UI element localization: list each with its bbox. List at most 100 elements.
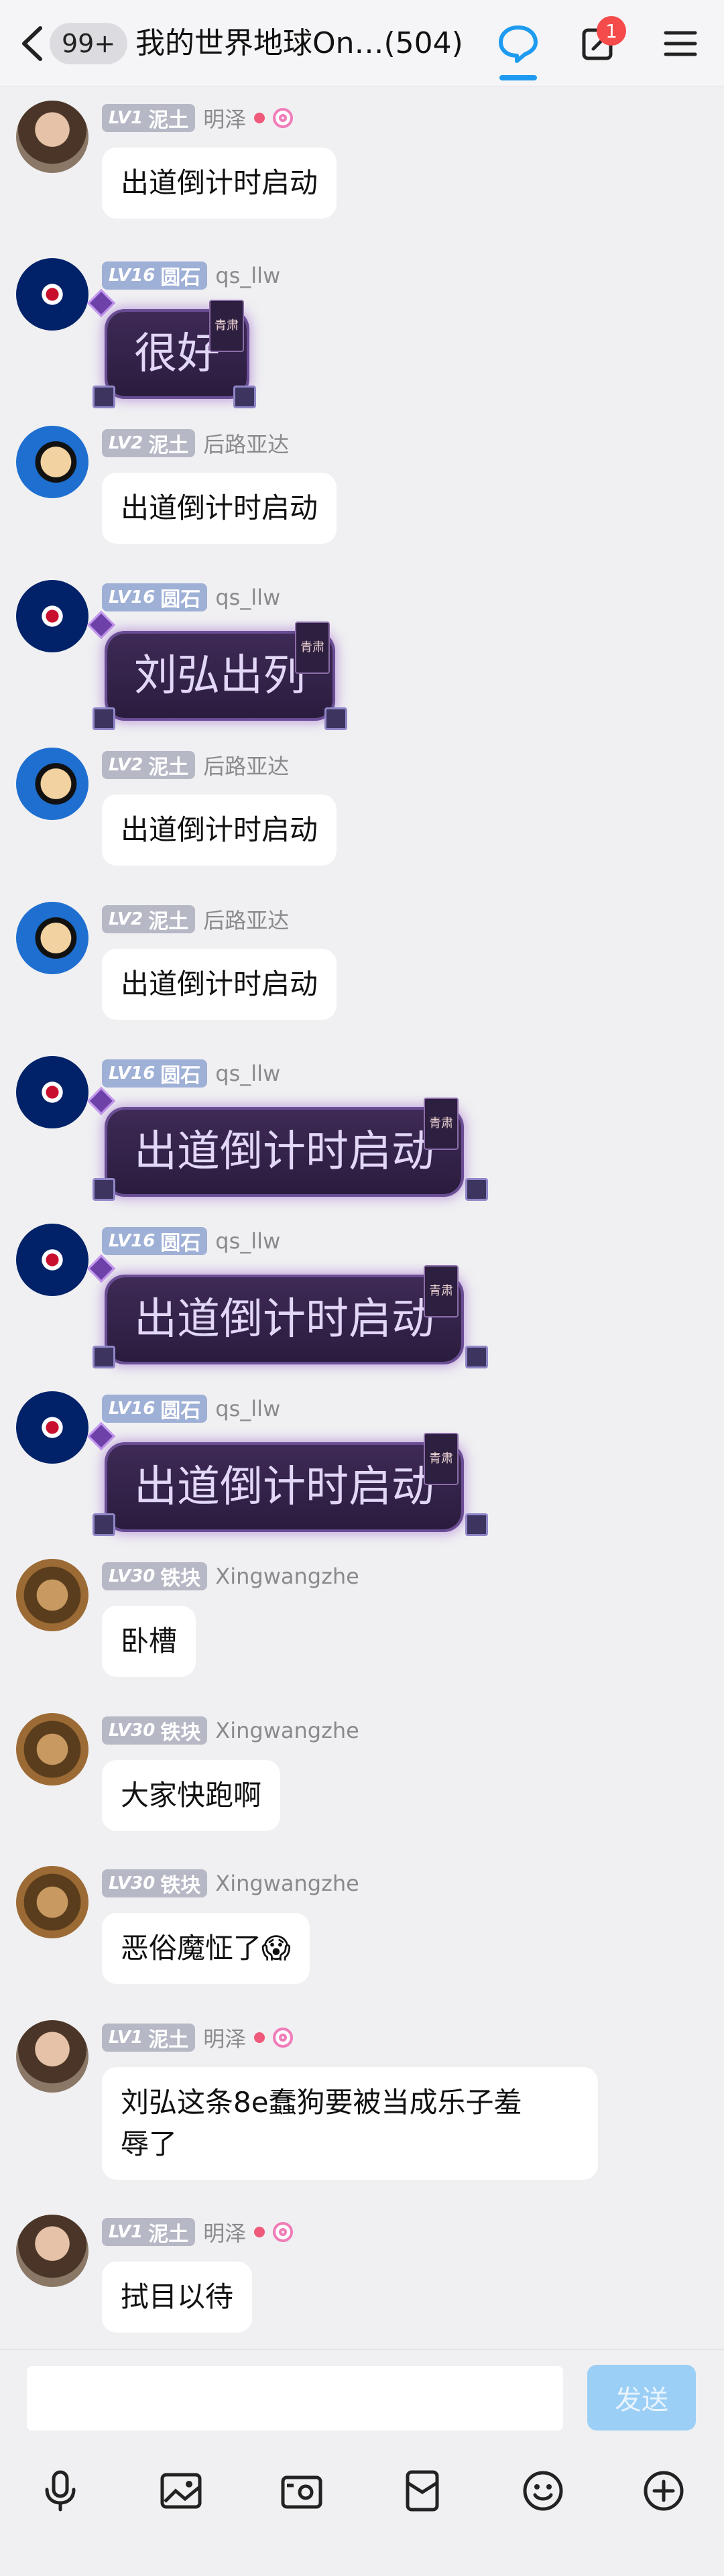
voice-button[interactable]	[34, 2464, 87, 2518]
avatar[interactable]	[16, 101, 88, 173]
unread-count-badge[interactable]: 99+	[50, 23, 128, 64]
cube-icon	[465, 1346, 488, 1368]
emoji-button[interactable]	[516, 2464, 570, 2518]
special-message-bubble[interactable]: 刘弘出列 青肃	[107, 622, 333, 718]
microphone-icon	[45, 2470, 76, 2512]
username[interactable]: 明泽	[203, 2217, 246, 2247]
camera-icon	[281, 2475, 322, 2509]
username[interactable]: qs_llw	[215, 1228, 280, 1254]
special-message-bubble[interactable]: 出道倒计时启动 青肃	[107, 1098, 461, 1194]
message-meta: LV16 圆石 qs_llw	[102, 583, 280, 612]
bubble-tag: 青肃	[424, 1098, 459, 1150]
camera-button[interactable]	[275, 2464, 328, 2518]
message-meta: LV1 泥土 明泽	[102, 2217, 294, 2247]
username[interactable]: 明泽	[203, 2022, 246, 2053]
username[interactable]: qs_llw	[215, 1396, 280, 1421]
message-meta: LV16 圆石 qs_llw	[102, 1059, 280, 1088]
avatar[interactable]	[16, 902, 88, 974]
chat-bubble-icon	[499, 25, 538, 63]
avatar[interactable]	[16, 748, 88, 820]
send-button[interactable]: 发送	[587, 2365, 696, 2431]
avatar[interactable]	[16, 1224, 88, 1296]
back-button[interactable]	[15, 24, 48, 63]
group-title[interactable]: 我的世界地球On…(504)	[135, 23, 471, 64]
emoji-icon	[523, 2471, 563, 2511]
active-tab-indicator	[499, 75, 537, 80]
cube-icon	[324, 707, 347, 730]
status-dot-icon	[254, 2227, 265, 2237]
username[interactable]: Xingwangzhe	[215, 1718, 359, 1743]
level-badge: LV1 泥土	[102, 2218, 196, 2246]
message-bubble[interactable]: 刘弘这条8e蠢狗要被当成乐子羞 辱了	[102, 2067, 598, 2180]
message-bubble[interactable]: 出道倒计时启动	[102, 148, 337, 219]
message-bubble[interactable]: 大家快跑啊	[102, 1760, 281, 1831]
level-badge: LV30 铁块	[102, 1716, 208, 1745]
message-bubble[interactable]: 出道倒计时启动	[102, 473, 337, 544]
level-badge: LV2 泥土	[102, 905, 196, 933]
cube-icon	[93, 386, 115, 408]
level-badge: LV16 圆石	[102, 583, 208, 611]
cube-icon	[233, 386, 256, 408]
cube-icon	[93, 707, 115, 730]
username[interactable]: 后路亚达	[203, 904, 289, 935]
message-meta: LV16 圆石 qs_llw	[102, 261, 280, 290]
special-message-bubble[interactable]: 很好 青肃	[107, 300, 247, 396]
message-bubble[interactable]: 出道倒计时启动	[102, 795, 337, 866]
message-meta: LV16 圆石 qs_llw	[102, 1226, 280, 1256]
username[interactable]: 后路亚达	[203, 428, 289, 459]
username[interactable]: 明泽	[203, 103, 246, 133]
message-meta: LV1 泥土 明泽	[102, 2022, 294, 2053]
chat-tab-button[interactable]	[495, 20, 542, 67]
hamburger-menu-icon	[664, 31, 697, 56]
bubble-tag: 青肃	[424, 1433, 459, 1485]
username[interactable]: 后路亚达	[203, 750, 289, 780]
avatar[interactable]	[16, 2020, 88, 2093]
avatar[interactable]	[16, 1559, 88, 1631]
username[interactable]: qs_llw	[215, 263, 280, 288]
image-icon	[160, 2473, 202, 2509]
message-meta: LV2 泥土 后路亚达	[102, 904, 289, 934]
avatar[interactable]	[16, 2215, 88, 2287]
level-badge: LV2 泥土	[102, 429, 196, 457]
message-bubble[interactable]: 拭目以待	[102, 2262, 253, 2333]
avatar[interactable]	[16, 1391, 88, 1464]
username[interactable]: qs_llw	[215, 1061, 280, 1086]
avatar[interactable]	[16, 1056, 88, 1128]
message-bubble[interactable]: 出道倒计时启动	[102, 949, 337, 1020]
avatar[interactable]	[16, 258, 88, 331]
red-packet-button[interactable]	[396, 2464, 449, 2518]
avatar[interactable]	[16, 1866, 88, 1938]
special-message-bubble[interactable]: 出道倒计时启动 青肃	[107, 1433, 461, 1529]
message-meta: LV16 圆石 qs_llw	[102, 1394, 280, 1423]
gem-icon	[86, 1086, 116, 1116]
message-input[interactable]	[27, 2366, 563, 2431]
cube-icon	[465, 1513, 488, 1536]
bubble-tag: 青肃	[295, 622, 330, 674]
avatar[interactable]	[16, 426, 88, 498]
level-badge: LV30 铁块	[102, 1869, 208, 1897]
level-badge: LV16 圆石	[102, 1395, 208, 1423]
gem-icon	[86, 288, 116, 318]
level-badge: LV16 圆石	[102, 1059, 208, 1088]
menu-button[interactable]	[657, 20, 704, 67]
username[interactable]: Xingwangzhe	[215, 1564, 359, 1589]
status-dot-icon	[254, 113, 265, 123]
special-message-bubble[interactable]: 出道倒计时启动 青肃	[107, 1265, 461, 1362]
bubble-tag: 青肃	[209, 300, 244, 352]
message-bubble[interactable]: 恶俗魔怔了😱	[102, 1913, 310, 1984]
image-button[interactable]	[154, 2464, 208, 2518]
username[interactable]: qs_llw	[215, 585, 280, 610]
more-button[interactable]	[637, 2464, 690, 2518]
avatar[interactable]	[16, 580, 88, 652]
cube-icon	[93, 1513, 115, 1536]
red-packet-icon	[406, 2470, 439, 2512]
username[interactable]: Xingwangzhe	[215, 1871, 359, 1896]
message-meta: LV2 泥土 后路亚达	[102, 428, 289, 458]
level-badge: LV2 泥土	[102, 751, 196, 779]
medal-icon	[273, 2222, 294, 2242]
cube-icon	[93, 1178, 115, 1201]
input-bar: 发送	[0, 2349, 724, 2576]
chevron-left-icon	[22, 26, 42, 61]
message-bubble[interactable]: 卧槽	[102, 1606, 196, 1677]
avatar[interactable]	[16, 1713, 88, 1785]
